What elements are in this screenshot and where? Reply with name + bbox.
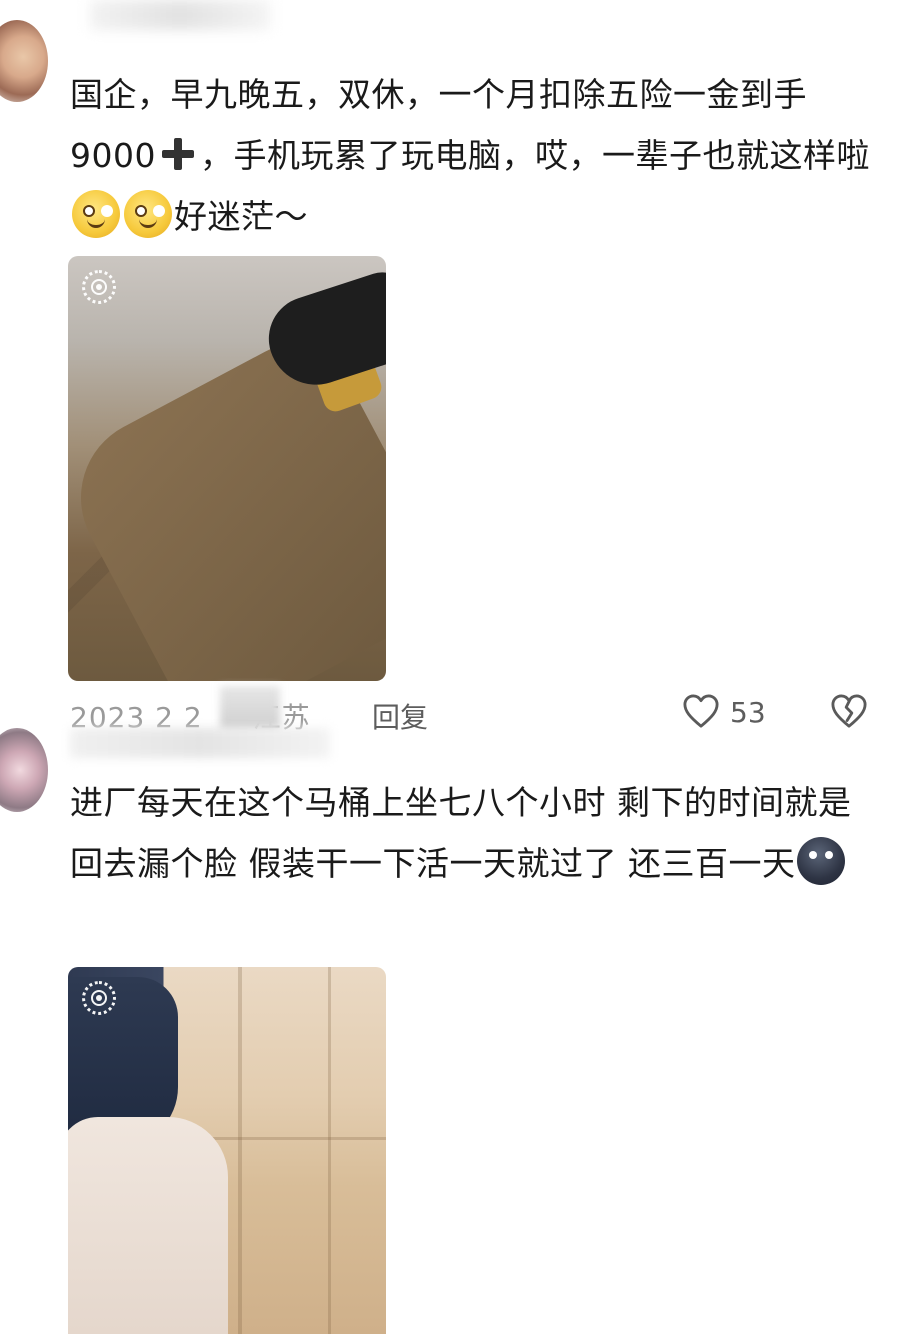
comment-text-part: 好迷茫～ [174,197,308,236]
smile-emoji [72,190,120,238]
photo-tile-line [328,967,331,1334]
avatar[interactable] [0,728,48,812]
comment-text: 国企，早九晚五，双休，一个月扣除五险一金到手9000 ，手机玩累了玩电脑，哎，一辈… [70,64,870,247]
comment-photo[interactable] [68,967,386,1334]
comment-text: 进厂每天在这个马桶上坐七八个小时 剩下的时间就是回去漏个脸 假装干一下活一天就过… [70,772,870,894]
live-photo-icon [82,270,116,304]
redacted-username [70,728,330,758]
photo-tile-line [238,967,242,1334]
comment-photo[interactable] [68,256,386,681]
dark-face-emoji [797,837,846,885]
redacted-date [220,686,280,730]
photo-leg-shape [68,1117,228,1334]
smile-emoji [124,190,172,238]
heart-outline-icon[interactable] [682,694,720,730]
broken-heart-icon[interactable] [830,694,868,730]
comment-text-part: ，手机玩累了玩电脑，哎，一辈子也就这样啦 [199,136,870,175]
avatar[interactable] [0,20,48,102]
reply-button[interactable]: 回复 [372,696,428,736]
plus-emoji [161,138,194,170]
comment-text-part: 进厂每天在这个马桶上坐七八个小时 剩下的时间就是回去漏个脸 假装干一下活一天就过… [70,783,852,883]
redacted-username-top [90,0,270,30]
live-photo-icon [82,981,116,1015]
like-count: 53 [730,696,766,729]
